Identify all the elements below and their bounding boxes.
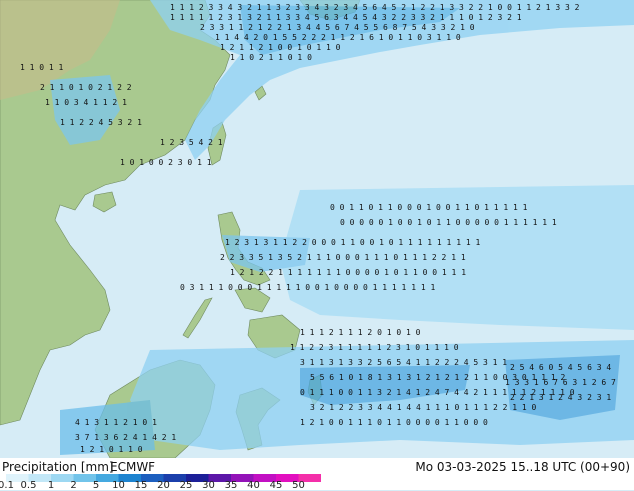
grid-value-row: 1 1 2 2 4 5 3 2 1: [60, 118, 142, 127]
color-scale-tick-label: 50: [292, 480, 305, 491]
grid-value-row: 1 1 2 2 3 1 1 1 1 1 2 3 1 0 1 1 1 0: [290, 343, 459, 352]
grid-value-row: 0 0 0 0 0 1 0 0 1 0 1 1 0 0 0 0 0 1 1 1 …: [340, 218, 557, 227]
color-scale-tick-label: 40: [247, 480, 260, 491]
color-scale-tick-label: 25: [179, 480, 193, 491]
grid-value-row: 2 2 3 3 5 1 3 5 2 1 1 1 0 0 0 1 1 1 0 1 …: [220, 253, 466, 262]
color-scale-tick-label: 15: [134, 480, 148, 491]
grid-value-row: 2 2 1 3 1 2 4 3 2 3 1: [510, 393, 611, 402]
grid-value-row: 3 1 1 3 1 3 3 2 5 6 5 4 1 1 2 2 2 4 5 3 …: [300, 358, 507, 367]
grid-value-row: 1 3 3 1 6 7 6 3 1 2 6 7: [505, 378, 616, 387]
color-scale-tick-label: 20: [157, 480, 170, 491]
legend-title: Precipitation [mm]: [2, 460, 114, 474]
grid-value-row: 3 7 1 3 6 2 4 1 4 2 1: [75, 433, 176, 442]
grid-value-row: 1 2 1 0 1 1 0: [80, 445, 143, 454]
grid-value-row: 1 2 3 1 3 1 1 2 2 0 0 0 1 1 0 0 1 0 1 1 …: [225, 238, 480, 247]
color-scale-tick-label: 10: [112, 480, 125, 491]
precipitation-map: 1 1 1 2 3 3 4 3 2 1 1 3 2 3 3 4 3 2 3 4 …: [0, 0, 634, 458]
grid-value-row: 1 1 0 2 1 1 0 1 0: [230, 53, 312, 62]
grid-value-row: 1 2 1 0 0 1 1 1 0 1 1 0 0 0 0 1 1 0 0 0: [300, 418, 488, 427]
grid-value-row: 3 2 1 2 2 3 3 4 4 1 4 4 1 1 1 0 1 1 1 2 …: [310, 403, 537, 412]
color-scale-tick-label: 35: [224, 480, 238, 491]
grid-value-row: 1 2 1 1 2 1 0 0 1 0 1 1 0: [220, 43, 341, 52]
valid-time: Mo 03-03-2025 15..18 UTC (00+90): [415, 460, 630, 474]
grid-value-row: 1 1 1 2 1 1 1 2 0 1 0 1 0: [300, 328, 421, 337]
legend-footer: Precipitation [mm] ECMWF Mo 03-03-2025 1…: [0, 458, 634, 491]
color-scale-tick-label: 1: [47, 480, 55, 491]
grid-value-row: 2 3 3 1 1 2 1 2 2 1 3 4 4 5 6 7 4 5 5 6 …: [200, 23, 475, 32]
grid-value-row: 1 2 1 2 2 1 1 1 1 1 1 1 0 0 0 0 1 0 1 1 …: [230, 268, 466, 277]
color-scale-tick-label: 45: [269, 480, 283, 491]
color-scale-tick-label: 2: [70, 480, 77, 491]
grid-value-row: 1 1 1 1 1 2 3 1 3 2 1 1 3 3 4 5 6 3 4 4 …: [170, 13, 522, 22]
color-scale-tick-label: 5: [92, 480, 100, 491]
grid-value-row: 1 1 0 1 1: [20, 63, 64, 72]
grid-value-row: 1 0 1 0 0 2 3 0 1 1: [120, 158, 212, 167]
map-canvas: 1 1 1 2 3 3 4 3 2 1 1 3 2 3 3 4 3 2 3 4 …: [0, 0, 634, 458]
legend-source: ECMWF: [110, 460, 156, 474]
color-scale-tick-label: 0.5: [20, 480, 37, 491]
grid-value-row: 0 0 1 1 0 1 1 0 0 0 1 0 0 1 1 0 1 1 1 1 …: [330, 203, 528, 212]
grid-value-row: 1 1 4 4 2 0 1 5 5 2 2 2 1 1 2 1 6 1 0 1 …: [215, 33, 461, 42]
grid-value-row: 2 1 1 0 1 0 2 1 2 2: [40, 83, 132, 92]
grid-value-row: 1 1 0 3 4 1 1 2 1: [45, 98, 127, 107]
color-scale-tick-label: 30: [202, 480, 215, 491]
grid-value-row: 0 3 1 1 1 0 0 0 1 1 1 1 1 0 0 1 0 0 0 0 …: [180, 283, 435, 292]
grid-value-row: 2 5 4 6 0 5 4 5 6 3 4: [510, 363, 611, 372]
grid-value-row: 1 2 3 5 4 2 1: [160, 138, 223, 147]
grid-value-row: 1 1 1 2 3 3 4 3 2 1 1 3 2 3 3 4 3 2 3 4 …: [170, 3, 580, 12]
grid-value-row: 4 1 3 1 1 2 1 0 1: [75, 418, 157, 427]
color-scale-tick-label: 0.1: [0, 480, 14, 491]
color-scale-labels: 0.1 0.5 1 2 5 10 15 20 25 30 35 40 45 50: [0, 480, 340, 491]
